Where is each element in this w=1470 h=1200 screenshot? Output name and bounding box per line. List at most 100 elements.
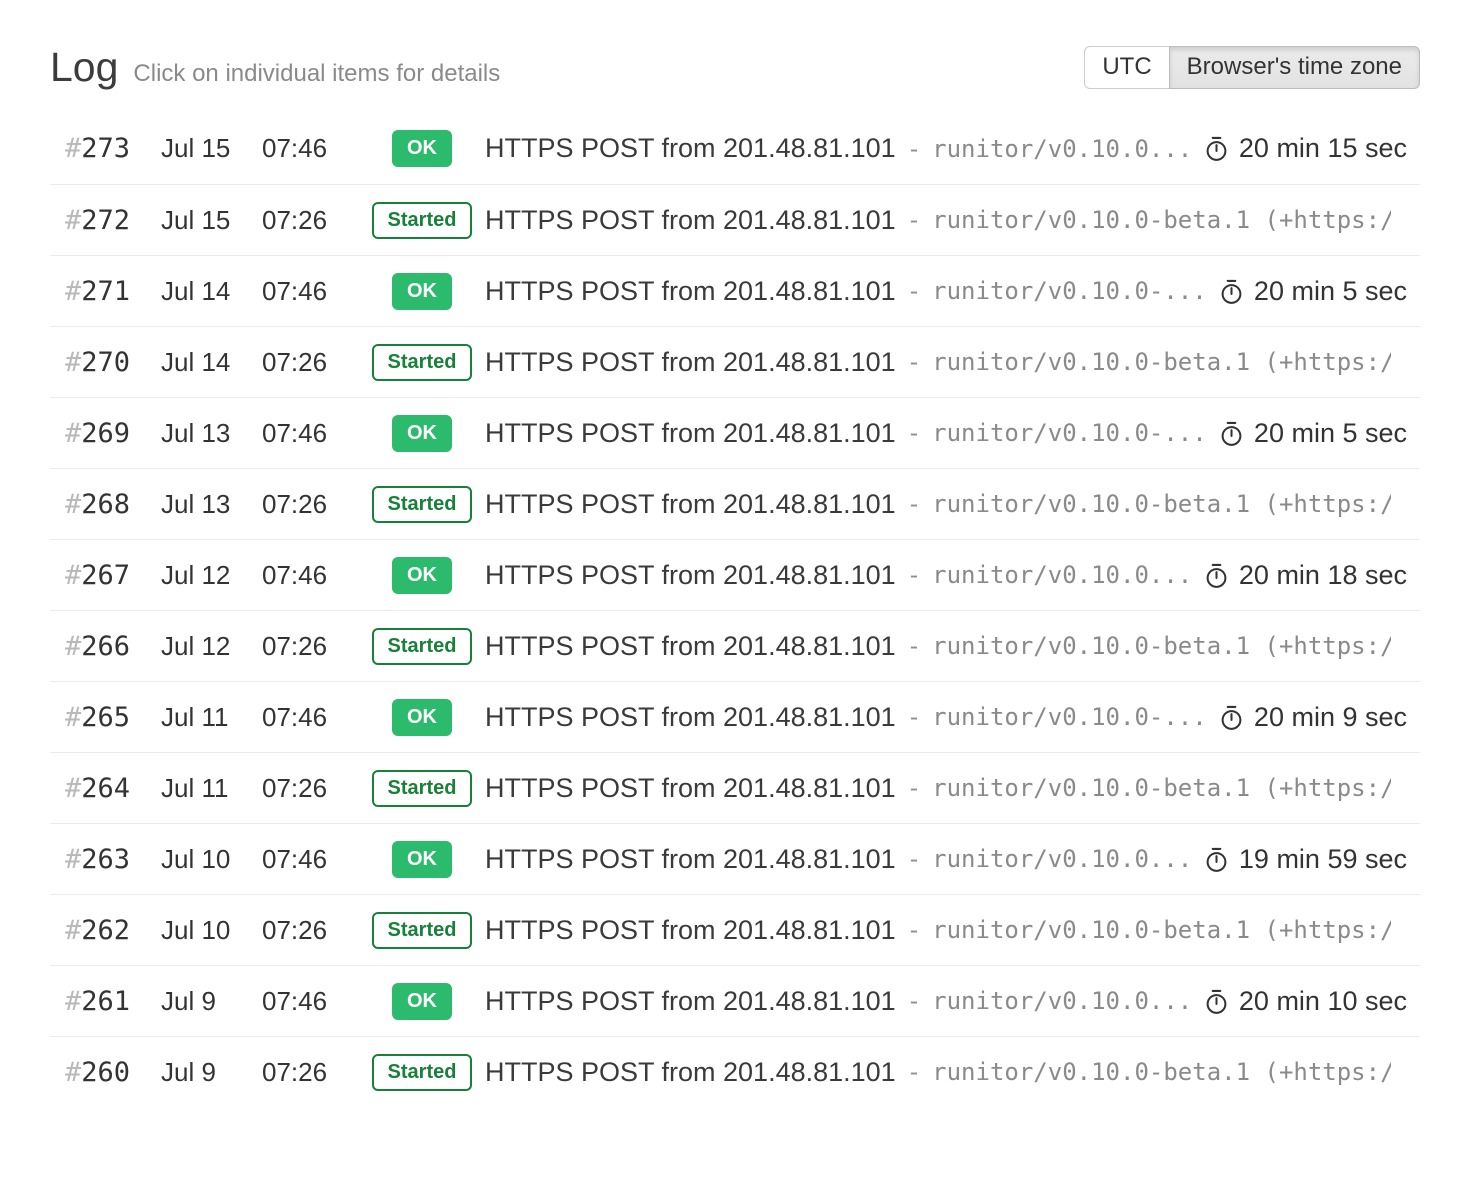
entry-date: Jul 11	[161, 773, 262, 804]
entry-date: Jul 14	[161, 347, 262, 378]
agent-separator: -	[907, 561, 921, 589]
entry-id-hash: #	[65, 133, 81, 164]
entry-time: 07:46	[262, 986, 359, 1017]
log-page: Log Click on individual items for detail…	[0, 44, 1470, 1200]
agent-separator: -	[907, 135, 921, 163]
status-badge: OK	[392, 415, 452, 452]
log-row[interactable]: #267 Jul 12 07:46 OK HTTPS POST from 201…	[50, 539, 1420, 610]
entry-time: 07:26	[262, 915, 359, 946]
entry-description: HTTPS POST from 201.48.81.101 - runitor/…	[485, 773, 1420, 804]
entry-id-number: 273	[81, 133, 130, 164]
entry-id-hash: #	[65, 205, 81, 236]
status-badge: OK	[392, 273, 452, 310]
agent-separator: -	[907, 348, 921, 376]
log-row[interactable]: #269 Jul 13 07:46 OK HTTPS POST from 201…	[50, 397, 1420, 468]
duration-text: 20 min 18 sec	[1239, 560, 1407, 591]
entry-time: 07:26	[262, 489, 359, 520]
entry-status-cell: OK	[359, 557, 485, 594]
entry-time: 07:26	[262, 205, 359, 236]
entry-id: #270	[50, 347, 161, 378]
agent-separator: -	[907, 490, 921, 518]
agent-text: runitor/v0.10.0-beta.1 (+https:/...	[932, 206, 1391, 234]
agent-separator: -	[907, 419, 921, 447]
entry-time: 07:46	[262, 133, 359, 164]
entry-id-number: 272	[81, 205, 130, 236]
entry-description: HTTPS POST from 201.48.81.101 - runitor/…	[485, 205, 1420, 236]
duration-text: 19 min 59 sec	[1239, 844, 1407, 875]
agent-separator: -	[907, 277, 921, 305]
event-text: HTTPS POST from 201.48.81.101	[485, 276, 896, 307]
event-text: HTTPS POST from 201.48.81.101	[485, 560, 896, 591]
entry-date: Jul 14	[161, 276, 262, 307]
status-badge: Started	[372, 912, 473, 949]
utc-button[interactable]: UTC	[1084, 46, 1168, 88]
agent-text: runitor/v0.10.0-beta.1 (+https:/...	[932, 1058, 1391, 1086]
entry-id-number: 271	[81, 276, 130, 307]
log-row[interactable]: #270 Jul 14 07:26 Started HTTPS POST fro…	[50, 326, 1420, 397]
entry-status-cell: OK	[359, 130, 485, 167]
entry-description: HTTPS POST from 201.48.81.101 - runitor/…	[485, 844, 1420, 875]
entry-id-hash: #	[65, 702, 81, 733]
entry-time: 07:46	[262, 702, 359, 733]
duration: 20 min 5 sec	[1218, 418, 1407, 449]
event-text: HTTPS POST from 201.48.81.101	[485, 915, 896, 946]
duration-text: 20 min 9 sec	[1254, 702, 1407, 733]
log-row[interactable]: #263 Jul 10 07:46 OK HTTPS POST from 201…	[50, 823, 1420, 894]
log-row[interactable]: #260 Jul 9 07:26 Started HTTPS POST from…	[50, 1036, 1420, 1107]
entry-id: #269	[50, 418, 161, 449]
entry-status-cell: OK	[359, 983, 485, 1020]
event-text: HTTPS POST from 201.48.81.101	[485, 986, 896, 1017]
entry-id-number: 265	[81, 702, 130, 733]
log-row[interactable]: #273 Jul 15 07:46 OK HTTPS POST from 201…	[50, 113, 1420, 184]
agent-separator: -	[907, 703, 921, 731]
entry-description: HTTPS POST from 201.48.81.101 - runitor/…	[485, 133, 1420, 164]
status-badge: Started	[372, 1054, 473, 1091]
agent-separator: -	[907, 987, 921, 1015]
agent-text: runitor/v0.10.0...	[932, 135, 1187, 163]
entry-time: 07:26	[262, 631, 359, 662]
entry-id: #273	[50, 133, 161, 164]
entry-id-hash: #	[65, 560, 81, 591]
duration: 20 min 9 sec	[1218, 702, 1407, 733]
timezone-toggle: UTC Browser's time zone	[1084, 46, 1420, 88]
log-row[interactable]: #265 Jul 11 07:46 OK HTTPS POST from 201…	[50, 681, 1420, 752]
entry-description: HTTPS POST from 201.48.81.101 - runitor/…	[485, 276, 1420, 307]
log-row[interactable]: #266 Jul 12 07:26 Started HTTPS POST fro…	[50, 610, 1420, 681]
log-row[interactable]: #264 Jul 11 07:26 Started HTTPS POST fro…	[50, 752, 1420, 823]
agent-separator: -	[907, 632, 921, 660]
log-row[interactable]: #262 Jul 10 07:26 Started HTTPS POST fro…	[50, 894, 1420, 965]
event-text: HTTPS POST from 201.48.81.101	[485, 489, 896, 520]
event-text: HTTPS POST from 201.48.81.101	[485, 347, 896, 378]
duration: 20 min 5 sec	[1218, 276, 1407, 307]
log-row[interactable]: #261 Jul 9 07:46 OK HTTPS POST from 201.…	[50, 965, 1420, 1036]
entry-id: #271	[50, 276, 161, 307]
entry-description: HTTPS POST from 201.48.81.101 - runitor/…	[485, 1057, 1420, 1088]
entry-date: Jul 13	[161, 489, 262, 520]
entry-id: #262	[50, 915, 161, 946]
entry-id-hash: #	[65, 489, 81, 520]
event-text: HTTPS POST from 201.48.81.101	[485, 418, 896, 449]
entry-status-cell: OK	[359, 699, 485, 736]
browser-timezone-button[interactable]: Browser's time zone	[1169, 46, 1420, 88]
entry-id-number: 260	[81, 1057, 130, 1088]
duration: 20 min 15 sec	[1203, 133, 1407, 164]
agent-text: runitor/v0.10.0...	[932, 845, 1187, 873]
log-row[interactable]: #272 Jul 15 07:26 Started HTTPS POST fro…	[50, 184, 1420, 255]
entry-status-cell: Started	[359, 912, 485, 949]
log-row[interactable]: #268 Jul 13 07:26 Started HTTPS POST fro…	[50, 468, 1420, 539]
entry-id: #267	[50, 560, 161, 591]
agent-text: runitor/v0.10.0-beta.1 (+https:/...	[932, 348, 1391, 376]
entry-id-hash: #	[65, 915, 81, 946]
log-row[interactable]: #271 Jul 14 07:46 OK HTTPS POST from 201…	[50, 255, 1420, 326]
event-text: HTTPS POST from 201.48.81.101	[485, 205, 896, 236]
agent-separator: -	[907, 1058, 921, 1086]
entry-description: HTTPS POST from 201.48.81.101 - runitor/…	[485, 347, 1420, 378]
entry-status-cell: Started	[359, 344, 485, 381]
entry-status-cell: Started	[359, 628, 485, 665]
entry-description: HTTPS POST from 201.48.81.101 - runitor/…	[485, 418, 1420, 449]
entry-id: #266	[50, 631, 161, 662]
stopwatch-icon	[1218, 420, 1245, 447]
status-badge: Started	[372, 770, 473, 807]
entry-status-cell: Started	[359, 770, 485, 807]
agent-text: runitor/v0.10.0...	[932, 561, 1187, 589]
